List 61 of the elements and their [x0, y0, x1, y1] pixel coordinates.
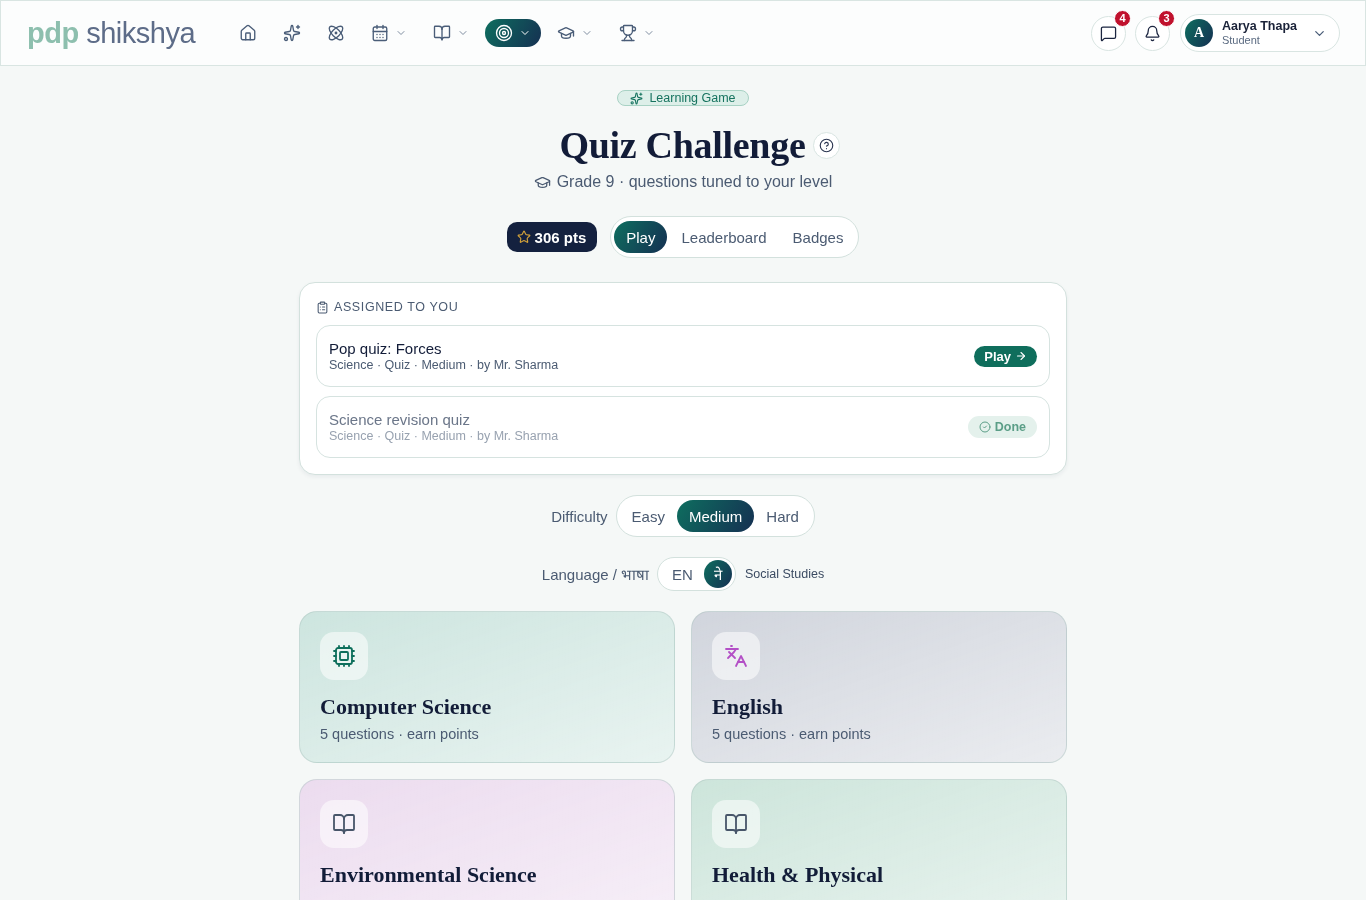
quiz-meta: Science · Quiz · Medium · by Mr. Sharma — [329, 358, 559, 372]
language-option[interactable]: EN — [661, 560, 704, 588]
target-icon — [495, 24, 514, 42]
tab[interactable]: Badges — [780, 221, 856, 253]
subject-card[interactable]: English 5 questions · earn points — [691, 611, 1067, 763]
quiz-meta: Science · Quiz · Medium · by Mr. Sharma — [329, 429, 559, 443]
section-heading: ASSIGNED TO YOU — [334, 300, 459, 314]
count-badge: 3 — [1157, 9, 1175, 27]
book-icon — [433, 24, 452, 42]
user-role: Student — [1221, 34, 1260, 47]
help-icon — [819, 137, 835, 153]
subtitle: Grade 9 · questions tuned to your level — [556, 173, 833, 191]
chip-icon — [320, 632, 368, 680]
avatar: A — [1184, 19, 1213, 47]
user-menu[interactable]: A Aarya Thapa Student — [1179, 14, 1340, 52]
difficulty-option[interactable]: Hard — [754, 500, 811, 532]
page-title: Quiz Challenge — [559, 123, 806, 168]
subject-info: 5 questions · earn points — [712, 726, 871, 742]
subject-label: Social Studies — [744, 567, 825, 581]
subject-card[interactable]: Computer Science 5 questions · earn points — [299, 611, 675, 763]
check-circle-icon — [978, 421, 991, 433]
arrow-right-icon — [1015, 350, 1027, 362]
sparkles-icon — [630, 91, 644, 105]
message-icon — [1099, 24, 1117, 42]
tag-label: Learning Game — [649, 91, 736, 105]
nav-button[interactable] — [485, 19, 542, 47]
subject-info: 5 questions · earn points — [320, 726, 479, 742]
language-label: Language / भाषा — [541, 565, 650, 584]
quiz-title: Science revision quiz — [329, 411, 471, 428]
book-icon — [320, 800, 368, 848]
count-badge: 4 — [1113, 9, 1131, 27]
subject-title: Health & Physical — [712, 862, 884, 888]
difficulty-label: Difficulty — [551, 507, 608, 525]
language-option[interactable]: ने — [703, 560, 732, 588]
done-label: Done — [994, 420, 1026, 434]
sparkles-icon — [283, 24, 302, 42]
calendar-icon — [371, 24, 390, 42]
subject-title: Environmental Science — [320, 862, 537, 888]
clipboard-icon — [316, 300, 329, 314]
subject-card[interactable]: Health & Physical — [691, 779, 1067, 900]
tab[interactable]: Leaderboard — [669, 221, 779, 253]
quiz-title: Pop quiz: Forces — [329, 340, 443, 357]
points-value: 306 pts — [534, 228, 587, 246]
subject-title: Computer Science — [320, 694, 492, 720]
book-icon — [712, 800, 760, 848]
user-name: Aarya Thapa — [1221, 19, 1297, 34]
star-icon — [516, 230, 531, 244]
translate-icon — [712, 632, 760, 680]
difficulty-option[interactable]: Easy — [619, 500, 677, 532]
help-button[interactable] — [813, 131, 841, 159]
logo: pdp shikshya — [27, 18, 196, 48]
play-button[interactable]: Play — [974, 345, 1037, 367]
home-icon — [239, 24, 258, 42]
graduation-cap-icon — [557, 24, 576, 42]
atom-icon — [327, 24, 346, 42]
difficulty-option[interactable]: Medium — [676, 500, 755, 532]
subject-title: English — [712, 694, 783, 720]
trophy-icon — [619, 24, 638, 42]
subject-card[interactable]: Environmental Science — [299, 779, 675, 900]
bell-icon — [1143, 24, 1161, 42]
tab[interactable]: Play — [614, 221, 668, 253]
